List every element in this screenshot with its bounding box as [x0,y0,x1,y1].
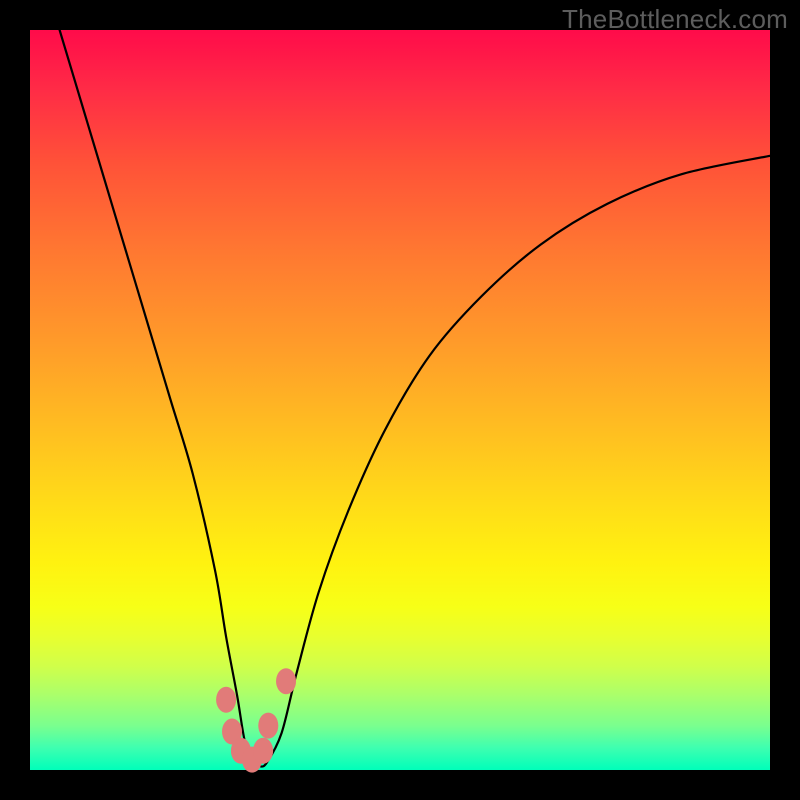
bottleneck-chart [30,30,770,770]
curve-marker [258,713,278,739]
bottleneck-curve-path [60,30,770,767]
curve-marker [276,668,296,694]
curve-marker [216,687,236,713]
curve-marker [253,738,273,764]
